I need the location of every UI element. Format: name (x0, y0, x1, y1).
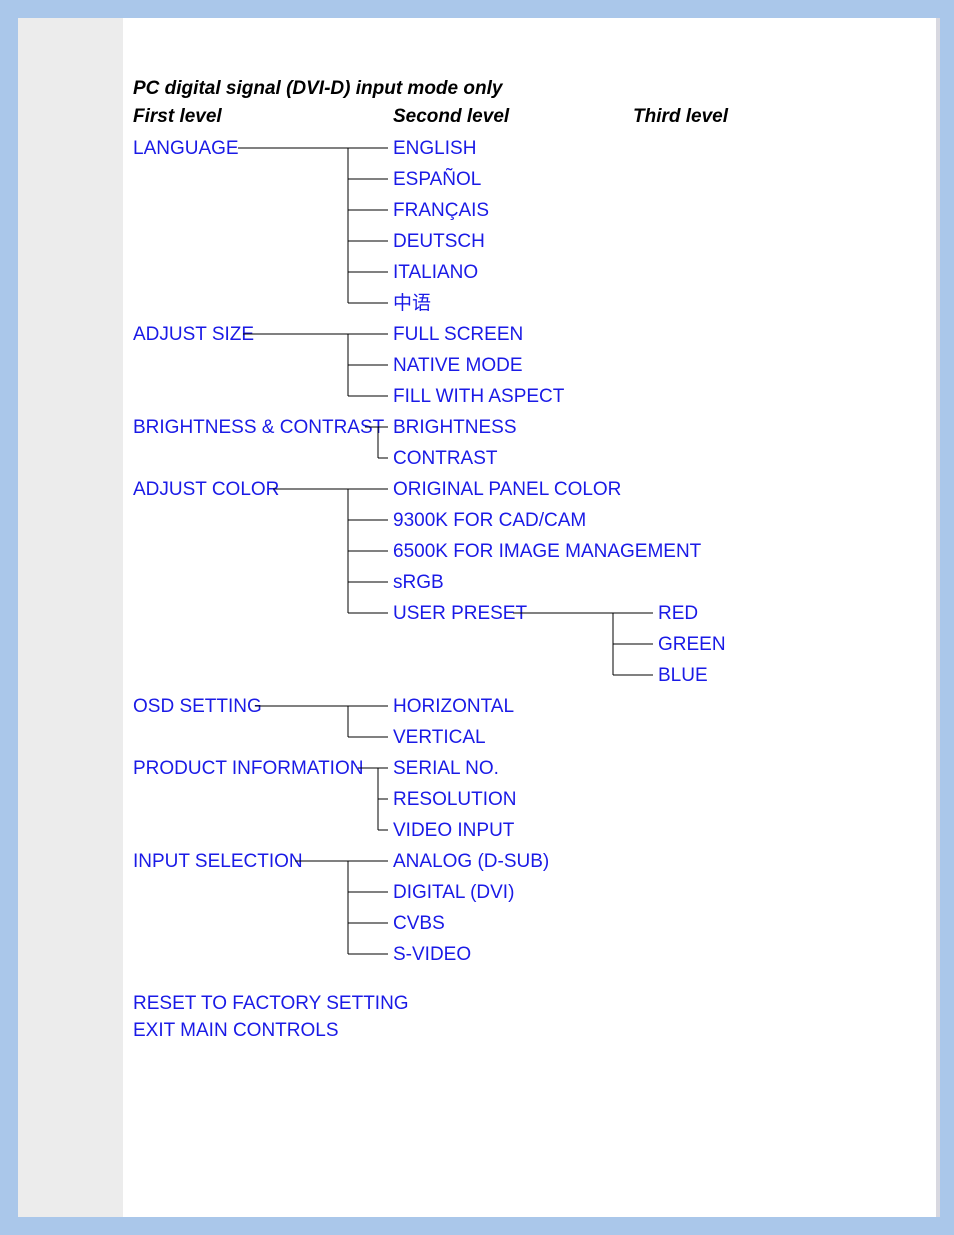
language-espanol: ESPAÑOL (393, 168, 481, 190)
size-full-screen: FULL SCREEN (393, 324, 523, 345)
header-second-level: Second level (393, 106, 509, 128)
menu-brightness-contrast: BRIGHTNESS & CONTRAST (133, 417, 385, 438)
bc-contrast: CONTRAST (393, 448, 498, 469)
color-9300k: 9300K FOR CAD/CAM (393, 510, 586, 531)
header-first-level: First level (133, 106, 222, 128)
language-deutsch: DEUTSCH (393, 231, 485, 252)
menu-reset: RESET TO FACTORY SETTING (133, 993, 409, 1014)
info-resolution: RESOLUTION (393, 789, 517, 810)
osd-vertical: VERTICAL (393, 727, 486, 748)
input-analog: ANALOG (D-SUB) (393, 851, 549, 872)
header-third-level: Third level (633, 106, 728, 128)
language-italiano: ITALIANO (393, 262, 478, 283)
menu-exit: EXIT MAIN CONTROLS (133, 1020, 339, 1041)
language-chinese: 中语 (393, 292, 431, 314)
menu-language: LANGUAGE (133, 138, 239, 159)
menu-osd-setting: OSD SETTING (133, 696, 262, 717)
preset-green: GREEN (658, 634, 726, 655)
info-video-input: VIDEO INPUT (393, 820, 515, 841)
document-frame: PC digital signal (DVI-D) input mode onl… (18, 18, 940, 1217)
left-margin (18, 18, 123, 1217)
preset-blue: BLUE (658, 665, 708, 686)
input-cvbs: CVBS (393, 913, 445, 934)
preset-red: RED (658, 603, 698, 624)
mode-title: PC digital signal (DVI-D) input mode onl… (133, 78, 926, 100)
size-native-mode: NATIVE MODE (393, 355, 523, 376)
language-english: ENGLISH (393, 138, 476, 159)
size-fill-aspect: FILL WITH ASPECT (393, 386, 565, 407)
input-digital: DIGITAL (DVI) (393, 882, 514, 903)
menu-product-information: PRODUCT INFORMATION (133, 758, 363, 779)
column-headers: First level Second level Third level (133, 106, 926, 130)
menu-input-selection: INPUT SELECTION (133, 851, 303, 872)
language-francais: FRANÇAIS (393, 200, 489, 221)
menu-tree-diagram: LANGUAGE ENGLISH ESPAÑOL FRANÇAIS DEUTSC… (133, 134, 923, 1084)
info-serial: SERIAL NO. (393, 758, 499, 779)
color-user-preset: USER PRESET (393, 603, 527, 624)
color-6500k: 6500K FOR IMAGE MANAGEMENT (393, 541, 702, 562)
menu-adjust-color: ADJUST COLOR (133, 479, 279, 500)
bc-brightness: BRIGHTNESS (393, 417, 517, 438)
osd-horizontal: HORIZONTAL (393, 696, 514, 717)
menu-adjust-size: ADJUST SIZE (133, 324, 254, 345)
page-content: PC digital signal (DVI-D) input mode onl… (123, 18, 936, 1217)
input-svideo: S-VIDEO (393, 944, 471, 965)
color-original: ORIGINAL PANEL COLOR (393, 479, 621, 500)
color-srgb: sRGB (393, 572, 444, 593)
